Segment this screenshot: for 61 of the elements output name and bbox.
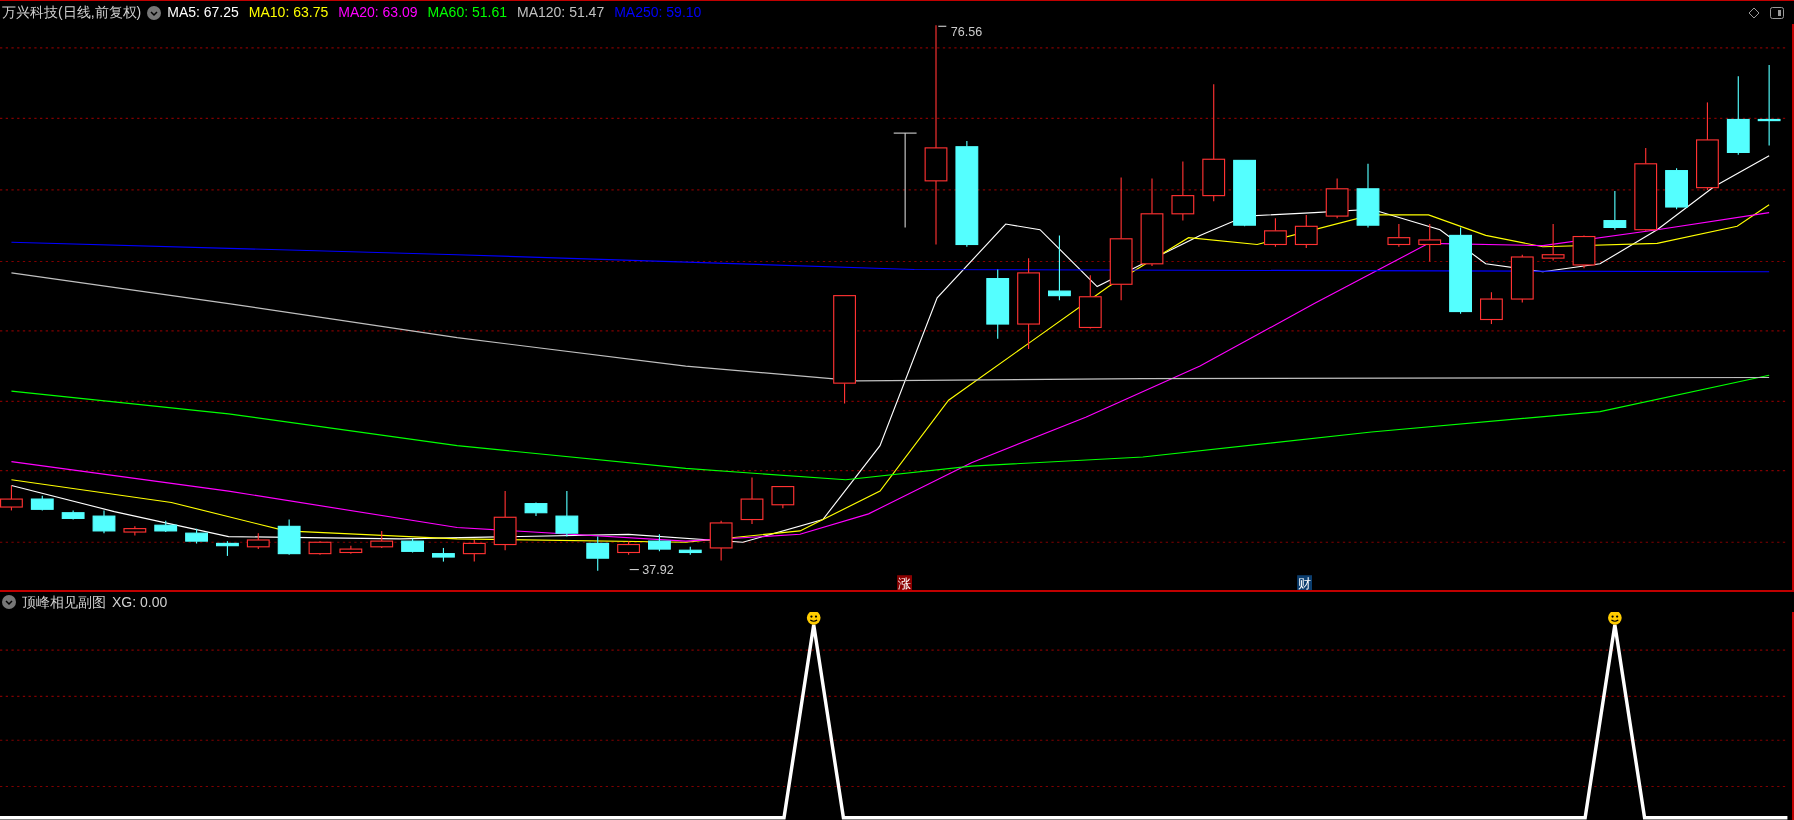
candlestick <box>154 520 178 533</box>
event-marker: 财 <box>1297 575 1312 590</box>
candlestick <box>771 486 795 509</box>
candlestick <box>1171 160 1195 222</box>
moving-average-label: MA60: 51.61 <box>427 3 507 22</box>
candlestick <box>401 538 424 554</box>
candlestick <box>586 536 610 572</box>
candlestick <box>1356 163 1380 228</box>
moving-average-label: MA5: 67.25 <box>167 3 239 22</box>
candlestick <box>648 533 671 552</box>
candlestick <box>1418 223 1442 263</box>
candlestick <box>1048 234 1071 301</box>
candlestick <box>986 268 1010 340</box>
smiley-icon <box>1608 612 1622 625</box>
candlestick <box>339 545 363 555</box>
candlestick <box>1572 234 1596 269</box>
candlestick <box>709 520 733 562</box>
candlestick <box>277 518 301 556</box>
candlestick <box>1078 274 1102 330</box>
candlestick <box>678 546 702 556</box>
low-price-label: 37.92 <box>642 563 674 578</box>
candlestick <box>462 539 486 563</box>
candlestick <box>1325 178 1349 219</box>
panel-toggle-icon[interactable] <box>1770 6 1784 19</box>
candlestick <box>1387 223 1411 248</box>
candlestick <box>1233 159 1256 227</box>
candlestick <box>370 530 394 549</box>
sub-chart-title: 顶峰相见副图 <box>22 592 106 612</box>
smiley-icon <box>806 612 821 625</box>
candlestick <box>185 528 208 544</box>
event-marker: 涨 <box>897 575 912 590</box>
candlestick <box>216 540 239 557</box>
candlestick <box>246 532 270 550</box>
diamond-icon[interactable] <box>1748 6 1760 19</box>
candlestick <box>555 490 579 538</box>
candlestick <box>1541 223 1565 261</box>
candlestick <box>123 525 147 537</box>
candlestick <box>1510 254 1534 303</box>
candlestick <box>740 476 764 525</box>
candlestick <box>1480 291 1503 325</box>
chart-title: 万兴科技(日线,前复权) <box>2 3 142 22</box>
chevron-down-icon[interactable] <box>2 595 16 609</box>
candlestick <box>308 540 332 556</box>
moving-average-label: MA10: 63.75 <box>248 3 329 22</box>
candlestick <box>493 490 517 551</box>
candlestick <box>1294 214 1318 249</box>
candlestick <box>432 547 455 563</box>
candlestick <box>1603 190 1627 231</box>
candlestick <box>30 495 54 511</box>
chevron-down-icon[interactable] <box>147 5 162 20</box>
candlestick <box>1665 167 1688 210</box>
moving-average-label: MA20: 63.09 <box>338 3 418 22</box>
high-price-label: 76.56 <box>950 25 983 40</box>
sub-chart-reading: XG: 0.00 <box>112 592 168 612</box>
candlestick <box>617 540 640 556</box>
candlestick <box>61 509 85 521</box>
candlestick <box>92 509 116 534</box>
moving-average-label: MA120: 51.47 <box>517 3 605 22</box>
candlestick <box>524 501 548 517</box>
moving-average-label: MA250: 59.10 <box>614 3 702 22</box>
candlestick <box>1264 217 1287 248</box>
